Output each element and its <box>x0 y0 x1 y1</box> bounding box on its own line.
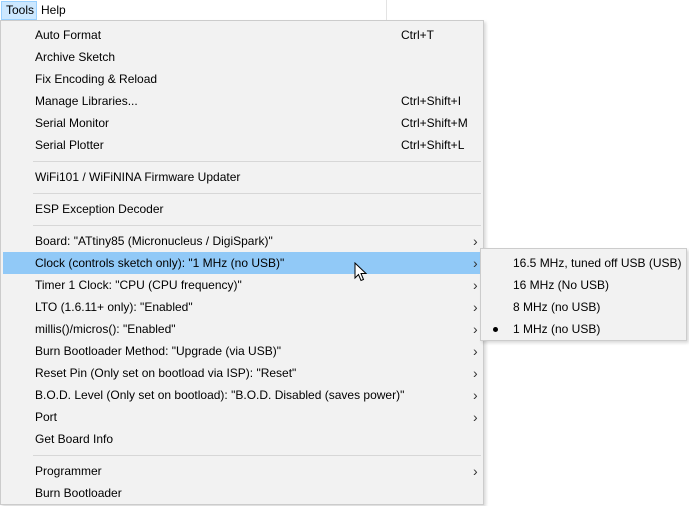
menu-item[interactable]: Timer 1 Clock: "CPU (CPU frequency)" › <box>3 274 481 296</box>
menu-item[interactable]: Serial Monitor Ctrl+Shift+M <box>3 112 481 134</box>
menu-item-label: Auto Format <box>35 28 102 42</box>
tools-dropdown-menu: Auto Format Ctrl+T Archive Sketch Fix Encod… <box>0 20 484 505</box>
clock-option[interactable]: 16 MHz (No USB) <box>483 274 684 296</box>
chevron-right-icon: › <box>473 299 478 315</box>
menu-item-label: Programmer <box>35 464 102 478</box>
menu-item-label: Fix Encoding & Reload <box>35 72 158 86</box>
menu-item[interactable]: Auto Format Ctrl+T <box>3 24 481 46</box>
clock-option[interactable]: 1 MHz (no USB) <box>483 318 684 340</box>
menu-bar: Tools Help <box>0 0 387 21</box>
menu-item-label: LTO (1.6.11+ only): "Enabled" <box>35 300 193 314</box>
menu-item[interactable]: Archive Sketch <box>3 46 481 68</box>
clock-option-label: 16 MHz (No USB) <box>513 278 610 292</box>
chevron-right-icon: › <box>473 463 478 479</box>
clock-option[interactable]: 8 MHz (no USB) <box>483 296 684 318</box>
menu-item[interactable]: Serial Plotter Ctrl+Shift+L <box>3 134 481 156</box>
menu-item-shortcut: Ctrl+Shift+I <box>401 94 462 108</box>
chevron-right-icon: › <box>473 365 478 381</box>
menu-item-label: Port <box>35 410 58 424</box>
menu-item-label: Burn Bootloader <box>35 486 122 500</box>
clock-option-label: 1 MHz (no USB) <box>513 322 601 336</box>
menu-item[interactable]: Fix Encoding & Reload <box>3 68 481 90</box>
menu-item-label: Timer 1 Clock: "CPU (CPU frequency)" <box>35 278 242 292</box>
chevron-right-icon: › <box>473 343 478 359</box>
menu-item-label: ESP Exception Decoder <box>35 202 164 216</box>
menu-separator <box>33 161 481 162</box>
menu-help[interactable]: Help <box>37 1 71 20</box>
menu-item-label: Reset Pin (Only set on bootload via ISP)… <box>35 366 297 380</box>
chevron-right-icon: › <box>473 387 478 403</box>
menu-separator <box>33 225 481 226</box>
menu-item-label: B.O.D. Level (Only set on bootload): "B.… <box>35 388 405 402</box>
menu-item-label: Get Board Info <box>35 432 114 446</box>
menu-item[interactable]: Programmer › <box>3 460 481 482</box>
menu-item-label: Board: "ATtiny85 (Micronucleus / DigiSpa… <box>35 234 273 248</box>
menu-item[interactable]: WiFi101 / WiFiNINA Firmware Updater <box>3 166 481 188</box>
menu-item[interactable]: Burn Bootloader Method: "Upgrade (via US… <box>3 340 481 362</box>
menu-item-shortcut: Ctrl+Shift+M <box>401 116 468 130</box>
menu-item-label: Serial Plotter <box>35 138 104 152</box>
menu-item-shortcut: Ctrl+T <box>401 28 434 42</box>
menu-item[interactable]: millis()/micros(): "Enabled" › <box>3 318 481 340</box>
menu-item[interactable]: Get Board Info <box>3 428 481 450</box>
clock-submenu: 16.5 MHz, tuned off USB (USB) 16 MHz (No … <box>480 248 687 341</box>
clock-option-label: 8 MHz (no USB) <box>513 300 601 314</box>
menu-item[interactable]: B.O.D. Level (Only set on bootload): "B.… <box>3 384 481 406</box>
menu-item-label: WiFi101 / WiFiNINA Firmware Updater <box>35 170 241 184</box>
chevron-right-icon: › <box>473 233 478 249</box>
menu-tools[interactable]: Tools <box>1 1 37 20</box>
menu-item[interactable]: LTO (1.6.11+ only): "Enabled" › <box>3 296 481 318</box>
menu-item-label: Serial Monitor <box>35 116 110 130</box>
chevron-right-icon: › <box>473 409 478 425</box>
menu-separator <box>33 193 481 194</box>
chevron-right-icon: › <box>473 255 478 271</box>
chevron-right-icon: › <box>473 277 478 293</box>
menu-item-label: Burn Bootloader Method: "Upgrade (via US… <box>35 344 281 358</box>
menu-item-shortcut: Ctrl+Shift+L <box>401 138 465 152</box>
mouse-cursor-icon <box>354 262 368 282</box>
menu-separator <box>33 455 481 456</box>
menu-item-label: Clock (controls sketch only): "1 MHz (no… <box>35 256 285 270</box>
menu-item[interactable]: Clock (controls sketch only): "1 MHz (no… <box>3 252 481 274</box>
menu-item[interactable]: Reset Pin (Only set on bootload via ISP)… <box>3 362 481 384</box>
menu-item-label: Manage Libraries... <box>35 94 138 108</box>
clock-option[interactable]: 16.5 MHz, tuned off USB (USB) <box>483 252 684 274</box>
clock-option-label: 16.5 MHz, tuned off USB (USB) <box>513 256 682 270</box>
menu-item[interactable]: ESP Exception Decoder <box>3 198 481 220</box>
menu-item[interactable]: Board: "ATtiny85 (Micronucleus / DigiSpa… <box>3 230 481 252</box>
radio-dot-icon <box>493 327 498 332</box>
menu-item[interactable]: Port › <box>3 406 481 428</box>
menu-item-label: millis()/micros(): "Enabled" <box>35 322 176 336</box>
chevron-right-icon: › <box>473 321 478 337</box>
menu-item[interactable]: Manage Libraries... Ctrl+Shift+I <box>3 90 481 112</box>
menu-item[interactable]: Burn Bootloader <box>3 482 481 504</box>
menu-item-label: Archive Sketch <box>35 50 116 64</box>
